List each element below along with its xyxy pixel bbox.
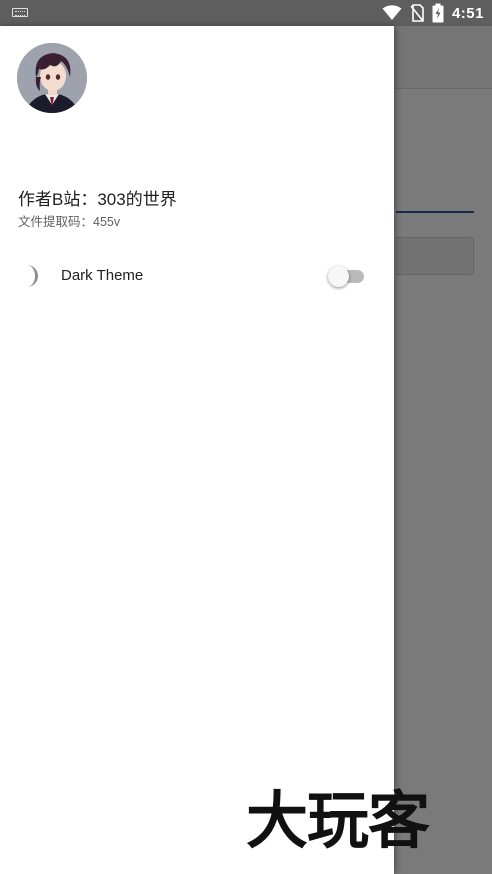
no-sim-icon [410, 4, 424, 22]
status-bar: 4:51 [0, 0, 492, 26]
switch-thumb [328, 266, 349, 287]
battery-charging-icon [432, 3, 444, 23]
dark-theme-row[interactable]: Dark Theme [0, 256, 394, 296]
avatar[interactable] [17, 43, 87, 113]
keyboard-icon [12, 8, 28, 17]
author-title: 作者B站：303的世界 [18, 190, 177, 209]
moon-icon [27, 265, 38, 287]
avatar-image [17, 43, 87, 113]
navigation-drawer: 作者B站：303的世界 文件提取码：455v Dark Theme [0, 26, 394, 874]
dark-theme-switch[interactable] [328, 264, 366, 288]
watermark-text: 大玩客 [246, 784, 430, 857]
status-time: 4:51 [451, 4, 484, 22]
author-subtitle: 文件提取码：455v [18, 215, 121, 229]
wifi-icon [382, 5, 402, 20]
dark-theme-label: Dark Theme [61, 267, 144, 284]
